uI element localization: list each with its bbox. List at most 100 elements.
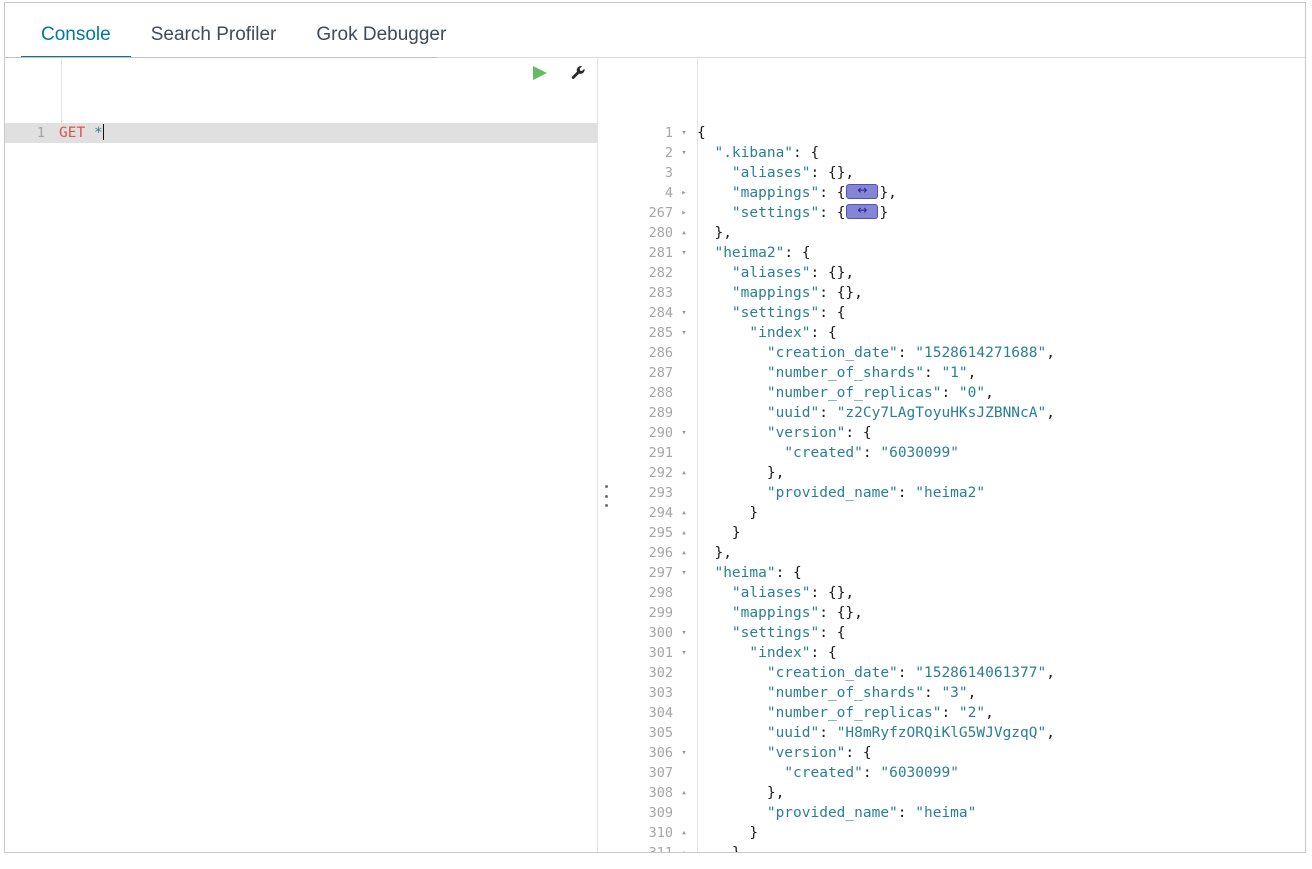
code-line[interactable]: 295 ▴ } (615, 523, 1305, 543)
code-line[interactable]: 286 "creation_date": "1528614271688", (615, 343, 1305, 363)
code-line[interactable]: 287 "number_of_shards": "1", (615, 363, 1305, 383)
fold-toggle-icon[interactable]: ▴ (677, 463, 691, 483)
code-line-text: "number_of_replicas": "2", (691, 703, 1305, 723)
code-line[interactable]: 285 ▾ "index": { (615, 323, 1305, 343)
fold-toggle-icon[interactable]: ▾ (677, 123, 691, 143)
code-token: } (879, 205, 889, 221)
code-line[interactable]: 281 ▾ "heima2": { (615, 243, 1305, 263)
code-token: : {}, (810, 265, 855, 281)
code-token: * (93, 125, 103, 141)
fold-toggle-icon[interactable]: ▾ (677, 643, 691, 663)
code-line[interactable]: 282 "aliases": {}, (615, 263, 1305, 283)
collapsed-fold-widget[interactable] (846, 183, 879, 199)
code-line[interactable]: 307 "created": "6030099" (615, 763, 1305, 783)
code-line[interactable]: 310 ▴ } (615, 823, 1305, 843)
request-editor-code[interactable]: 1 GET * (5, 58, 597, 143)
code-line[interactable]: 283 "mappings": {}, (615, 283, 1305, 303)
play-icon[interactable] (529, 63, 551, 83)
fold-toggle-icon[interactable]: ▴ (677, 823, 691, 843)
code-line[interactable]: 4▸ "mappings": {}, (615, 183, 1305, 203)
code-line[interactable]: 300 ▾ "settings": { (615, 623, 1305, 643)
code-line[interactable]: 305 "uuid": "H8mRyfzORQiKlG5WJVgzqQ", (615, 723, 1305, 743)
tab-search-profiler[interactable]: Search Profiler (131, 25, 297, 58)
response-editor-pane[interactable]: 1 ▾{2 ▾ ".kibana": {3 "aliases": {}, 4 ▸ "ma… (615, 58, 1305, 852)
fold-toggle-icon[interactable]: ▴ (677, 503, 691, 523)
code-token: : (923, 685, 942, 701)
code-line[interactable]: 301 ▾ "index": { (615, 643, 1305, 663)
code-line[interactable]: 289 "uuid": "z2Cy7LAgToyuHKsJZBNNcA", (615, 403, 1305, 423)
editor-splitter[interactable] (597, 58, 615, 852)
fold-toggle-icon[interactable]: ▾ (677, 303, 691, 323)
line-number: 289 (648, 405, 673, 421)
code-line[interactable]: 1 ▾ { (615, 123, 1305, 143)
code-token: , (1046, 665, 1055, 681)
wrench-icon[interactable] (567, 63, 589, 83)
code-line[interactable]: 308 ▴ }, (615, 783, 1305, 803)
tab-bar: Console Search Profiler Grok Debugger (5, 3, 1305, 58)
code-line[interactable]: 309 "provided_name": "heima" (615, 803, 1305, 823)
code-line-text: "aliases": {}, (691, 163, 1305, 183)
code-token: } (731, 525, 741, 541)
code-line[interactable]: 304 "number_of_replicas": "2", (615, 703, 1305, 723)
code-token: "mappings" (731, 605, 820, 621)
code-line[interactable]: 288 "number_of_replicas": "0", (615, 383, 1305, 403)
fold-toggle-icon[interactable]: ▾ (677, 563, 691, 583)
code-line[interactable]: 1 GET * (5, 123, 597, 143)
line-number: 3 (664, 165, 673, 181)
code-line[interactable]: 293 "provided_name": "heima2" (615, 483, 1305, 503)
fold-toggle-icon[interactable]: ▸ (677, 203, 691, 223)
code-line[interactable]: 2 ▾ ".kibana": { (615, 143, 1305, 163)
fold-toggle-icon[interactable]: ▾ (677, 143, 691, 163)
code-line[interactable]: 298 "aliases": {}, (615, 583, 1305, 603)
fold-toggle-icon[interactable]: ▾ (677, 423, 691, 443)
code-line[interactable]: 290 ▾ "version": { (615, 423, 1305, 443)
fold-toggle-icon[interactable]: ▸ (677, 183, 691, 203)
code-line-text: } (691, 523, 1305, 543)
tab-console[interactable]: Console (21, 25, 131, 58)
code-line[interactable]: 299 "mappings": {}, (615, 603, 1305, 623)
code-token: }, (766, 465, 785, 481)
tab-list: Console Search Profiler Grok Debugger (21, 3, 466, 58)
line-number: 310 (648, 825, 673, 841)
code-line[interactable]: 280 ▴ }, (615, 223, 1305, 243)
code-line[interactable]: 294 ▴ } (615, 503, 1305, 523)
collapsed-fold-widget[interactable] (846, 203, 879, 219)
fold-toggle-icon[interactable]: ▴ (677, 543, 691, 563)
line-number: 285 (648, 325, 673, 341)
code-line[interactable]: 297 ▾ "heima": { (615, 563, 1305, 583)
console-editors: 1 GET * 1 ▾ {2 ▾ ".kibana": {3 "aliase… (5, 58, 1305, 852)
line-number: 2 (664, 145, 673, 161)
code-line[interactable]: 302 "creation_date": "1528614061377", (615, 663, 1305, 683)
fold-toggle-icon[interactable]: ▾ (677, 623, 691, 643)
fold-toggle-icon[interactable]: ▴ (677, 523, 691, 543)
code-token: "uuid" (766, 725, 820, 741)
response-editor-code[interactable]: 1 ▾{2 ▾ ".kibana": {3 "aliases": {}, 4 ▸ "ma… (615, 58, 1305, 852)
code-token: , (1046, 405, 1055, 421)
code-line-text: "number_of_shards": "3", (691, 683, 1305, 703)
fold-toggle-icon[interactable]: ▾ (677, 243, 691, 263)
tab-grok-debugger[interactable]: Grok Debugger (296, 25, 466, 58)
code-line[interactable]: 292 ▴ }, (615, 463, 1305, 483)
code-line[interactable]: 296 ▴ }, (615, 543, 1305, 563)
drag-handle-icon[interactable] (602, 483, 610, 509)
fold-toggle-icon[interactable]: ▴ (677, 783, 691, 803)
code-line[interactable]: 303 "number_of_shards": "3", (615, 683, 1305, 703)
line-number: 1 (664, 125, 673, 141)
fold-toggle-icon[interactable]: ▾ (677, 323, 691, 343)
code-line[interactable]: 291 "created": "6030099" (615, 443, 1305, 463)
fold-toggle-icon[interactable]: ▴ (677, 843, 691, 852)
code-token: "aliases" (731, 265, 811, 281)
code-line[interactable]: 311▴ } (615, 843, 1305, 852)
code-line[interactable]: 284 ▾ "settings": { (615, 303, 1305, 323)
request-editor-pane[interactable]: 1 GET * (5, 58, 597, 852)
code-line[interactable]: 267▸ "settings": {} (615, 203, 1305, 223)
fold-toggle-icon[interactable]: ▴ (677, 223, 691, 243)
code-line[interactable]: 306 ▾ "version": { (615, 743, 1305, 763)
fold-toggle-icon[interactable]: ▾ (677, 743, 691, 763)
code-token: "6030099" (880, 765, 959, 781)
code-line[interactable]: 3 "aliases": {}, (615, 163, 1305, 183)
